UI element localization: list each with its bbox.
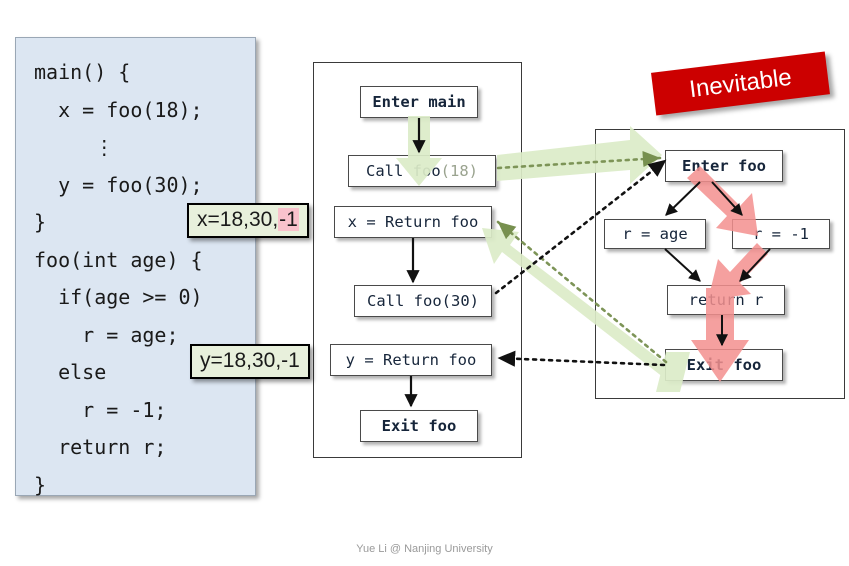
source-code-text: main() { x = foo(18); ⋮ y = foo(30); } f…	[34, 60, 203, 497]
node-call-foo-18-label: Call foo	[366, 162, 441, 180]
node-exit-foo[interactable]: Exit foo	[665, 349, 783, 381]
slide-canvas: main() { x = foo(18); ⋮ y = foo(30); } f…	[0, 0, 849, 566]
node-call-foo-30[interactable]: Call foo(30)	[354, 285, 492, 317]
node-enter-main[interactable]: Enter main	[360, 86, 478, 118]
source-code-panel: main() { x = foo(18); ⋮ y = foo(30); } f…	[15, 37, 256, 497]
callout-x-highlight: -1	[278, 208, 299, 231]
node-y-return-foo[interactable]: y = Return foo	[330, 344, 492, 376]
node-r-age[interactable]: r = age	[604, 219, 706, 249]
inevitable-banner: Inevitable	[651, 51, 830, 116]
callout-x-prefix: x=18,30,	[197, 208, 279, 231]
node-call-foo-18[interactable]: Call foo (18)	[348, 155, 496, 187]
callout-x-values: x=18,30,-1	[187, 203, 309, 239]
main-cfg-panel	[313, 62, 522, 458]
footer-credit: Yue Li @ Nanjing University	[356, 543, 493, 555]
inevitable-banner-label: Inevitable	[687, 63, 794, 103]
node-call-foo-18-arg: (18)	[440, 162, 478, 180]
node-x-return-foo[interactable]: x = Return foo	[334, 206, 492, 238]
node-return-r[interactable]: return r	[667, 285, 785, 315]
node-enter-foo[interactable]: Enter foo	[665, 150, 783, 182]
node-r-neg1[interactable]: r = -1	[732, 219, 830, 249]
callout-y-values: y=18,30,-1	[190, 344, 310, 380]
node-exit-main[interactable]: Exit foo	[360, 410, 478, 442]
